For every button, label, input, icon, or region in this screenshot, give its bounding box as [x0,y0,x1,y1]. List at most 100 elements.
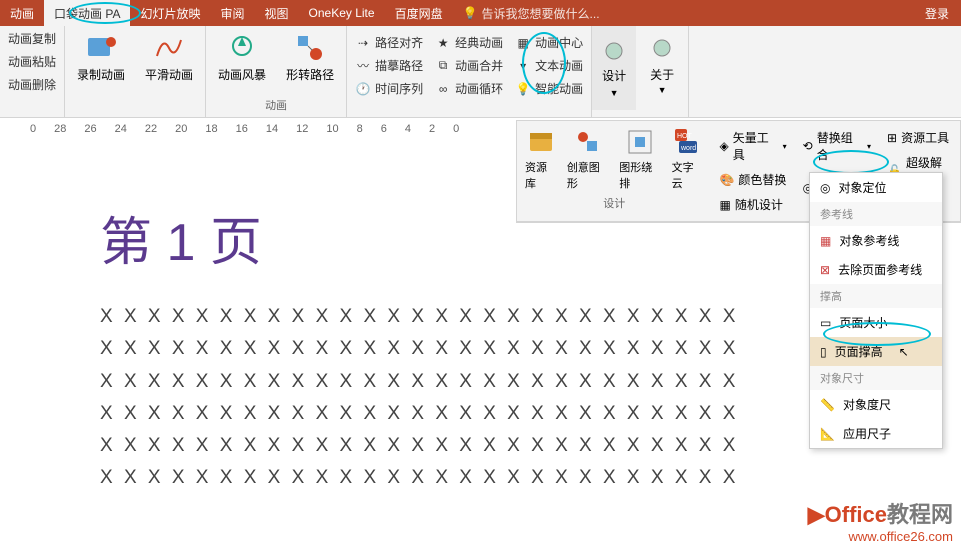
slide-body: X X X X X X X X X X X X X X X X X X X X … [100,333,860,365]
vector-icon: ◈ [719,139,728,153]
btn-text[interactable]: ▾文本动画 [515,57,583,74]
btn-about[interactable]: 关于 ▼ [636,26,688,110]
tab-slideshow[interactable]: 幻灯片放映 [130,0,210,26]
record-icon [85,32,117,64]
dd-obj-guides[interactable]: ▦对象参考线 [810,226,942,255]
btn-path-align[interactable]: ⇢路径对齐 [355,34,423,51]
storm-icon [226,32,258,64]
dd-page-stretch[interactable]: ▯页面撑高↖ [810,337,942,366]
svg-text:word: word [680,145,696,152]
btn-copy-anim[interactable]: 动画复制 [8,30,56,47]
tell-me-text: 告诉我您想要做什么... [482,5,600,22]
dd-apply-ruler[interactable]: 📐应用尺子 [810,419,942,448]
btn-replace-combo[interactable]: ⟲替换组合▾ [803,127,871,165]
remove-icon: ⊠ [820,263,830,277]
bulb-icon: 💡 [463,6,478,20]
word-icon: HOT word [673,127,703,157]
center-icon: ▦ [515,35,531,51]
slide-body: X X X X X X X X X X X X X X X X X X X X … [100,462,860,494]
circle-icon [646,32,678,64]
wm-logo-icon: ▶ [808,502,825,527]
btn-path-label: 形转路径 [286,66,334,83]
login-link[interactable]: 登录 [925,5,961,22]
btn-smooth[interactable]: 平滑动画 [141,30,197,85]
tab-anim[interactable]: 动画 [0,0,44,26]
grp-design: 设计 ▼ 关于 ▼ [592,26,689,117]
chevron-down-icon: ▾ [867,142,871,151]
circle-icon [602,39,626,63]
ruler-icon: 📐 [820,427,835,441]
btn-trace[interactable]: 〰描摹路径 [355,57,423,74]
box-icon [526,127,556,157]
tab-onekey[interactable]: OneKey Lite [299,0,385,26]
btn-center[interactable]: ▦动画中心 [515,34,583,51]
btn-merge[interactable]: ⧉动画合并 [435,57,503,74]
btn-record[interactable]: 录制动画 [73,30,129,85]
svg-text:HOT: HOT [677,133,693,140]
text-icon: ▾ [515,58,531,74]
tab-review[interactable]: 审阅 [210,0,254,26]
loop-icon: ∞ [435,81,451,97]
btn-classic[interactable]: ★经典动画 [435,34,503,51]
position-dropdown: ◎对象定位 参考线 ▦对象参考线 ⊠去除页面参考线 撑高 ▭页面大小 ▯页面撑高… [809,172,943,449]
smooth-icon [153,32,185,64]
btn-paste-anim[interactable]: 动画粘贴 [8,53,56,70]
chevron-down-icon: ▼ [658,85,667,95]
chevron-down-icon: ▼ [610,88,619,98]
dd-page-size[interactable]: ▭页面大小 [810,308,942,337]
page-icon: ▭ [820,316,831,330]
dd-header-stretch: 撑高 [810,284,942,308]
btn-wrap[interactable]: 图形绕排 [619,127,661,191]
btn-random[interactable]: ▦随机设计 [719,194,782,215]
title-tabs: 动画 口袋动画 PA 幻灯片放映 审阅 视图 OneKey Lite 百度网盘 … [0,0,961,26]
merge-icon: ⧉ [435,58,451,74]
grp-label: 动画 [214,97,338,113]
slide-canvas[interactable]: 第 1 页 X X X X X X X X X X X X X X X X X … [100,200,860,495]
btn-creative[interactable]: 创意图形 [567,127,609,191]
grp-storm: 动画风暴 形转路径 动画 [206,26,347,117]
btn-design-label: 设计 [602,67,626,84]
btn-smooth-label: 平滑动画 [145,66,193,83]
dd-remove-guides[interactable]: ⊠去除页面参考线 [810,255,942,284]
slide-body: X X X X X X X X X X X X X X X X X X X X … [100,430,860,462]
shapes-icon [573,127,603,157]
panel-label: 设计 [603,191,625,211]
tell-me[interactable]: 💡 告诉我您想要做什么... [463,5,600,22]
clock-icon: 🕐 [355,81,371,97]
slide-body: X X X X X X X X X X X X X X X X X X X X … [100,398,860,430]
btn-path[interactable]: 形转路径 [282,30,338,85]
btn-library[interactable]: 资源库 [525,127,557,191]
tab-pa[interactable]: 口袋动画 PA [44,0,130,26]
guides-icon: ▦ [820,234,831,248]
cursor-icon: ↖ [899,345,909,359]
btn-design[interactable]: 设计 ▼ [592,26,636,110]
path-icon [294,32,326,64]
target-icon: ◎ [820,181,830,195]
dd-obj-ruler[interactable]: 📏对象度尺 [810,390,942,419]
replace-icon: ⟲ [803,139,813,153]
btn-delete-anim[interactable]: 动画删除 [8,76,56,93]
slide-body: X X X X X X X X X X X X X X X X X X X X … [100,366,860,398]
wm-url: www.office26.com [808,529,953,544]
btn-timeline[interactable]: 🕐时间序列 [355,80,423,97]
dd-header-guides: 参考线 [810,202,942,226]
btn-vector[interactable]: ◈矢量工具▾ [719,127,786,165]
btn-storm[interactable]: 动画风暴 [214,30,270,85]
wrap-icon [625,127,655,157]
btn-loop[interactable]: ∞动画循环 [435,80,503,97]
tab-baidu[interactable]: 百度网盘 [385,0,453,26]
tab-view[interactable]: 视图 [255,0,299,26]
grp-tools: ⇢路径对齐 〰描摹路径 🕐时间序列 ★经典动画 ⧉动画合并 ∞动画循环 ▦动画中… [347,26,592,117]
stretch-icon: ▯ [820,345,827,359]
chevron-down-icon: ▾ [783,142,787,151]
star-icon: ★ [435,35,451,51]
btn-record-label: 录制动画 [77,66,125,83]
random-icon: ▦ [719,198,730,212]
ruler-icon: 📏 [820,398,835,412]
dd-object-pos[interactable]: ◎对象定位 [810,173,942,202]
btn-resource[interactable]: ⊞资源工具 [887,127,949,148]
btn-color-replace[interactable]: 🎨颜色替换 [719,169,786,190]
btn-smart[interactable]: 💡智能动画 [515,80,583,97]
btn-wordcloud[interactable]: HOTword文字云 [672,127,704,191]
trace-icon: 〰 [355,58,371,74]
